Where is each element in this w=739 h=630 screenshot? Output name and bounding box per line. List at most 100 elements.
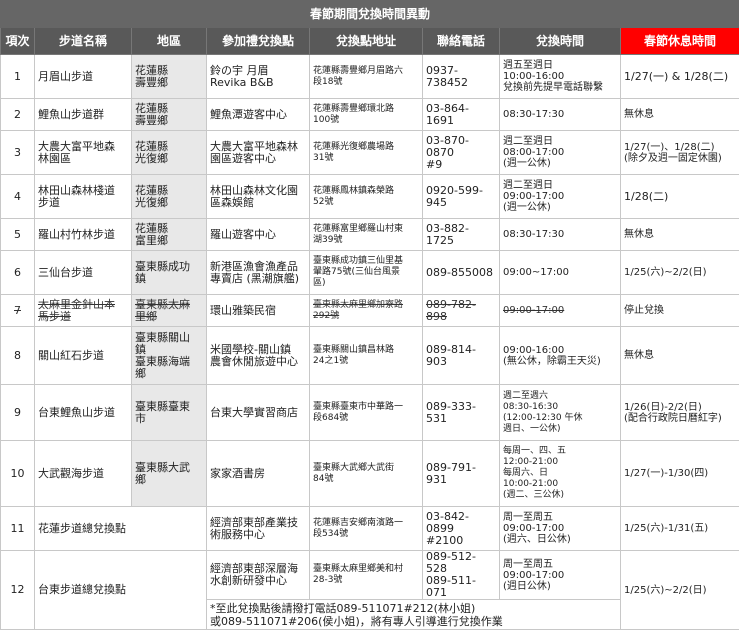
row-no: 11 (1, 507, 35, 551)
col-header-holiday: 春節休息時間 (621, 28, 739, 55)
row-point: 經濟部東部產業技 術服務中心 (207, 507, 310, 551)
col-header-address: 兌換點地址 (310, 28, 423, 55)
row-no: 3 (1, 131, 35, 175)
row-phone: 089-782-898 (423, 295, 500, 327)
row-holiday: 1/27(一)-1/30(四) (621, 441, 739, 507)
row-time: 周一至周五 09:00-17:00 (週日公休) (500, 551, 621, 600)
row-time: 週二至週日 08:00-17:00 (週一公休) (500, 131, 621, 175)
row-address: 臺東縣大武鄉大武街 84號 (310, 441, 423, 507)
row-address: 臺東縣臺東市中華路一 段684號 (310, 385, 423, 441)
row-point: 鯉魚潭遊客中心 (207, 99, 310, 131)
page-title: 春節期間兌換時間異動 (1, 1, 739, 28)
row-time: 08:30-17:30 (500, 99, 621, 131)
row-no: 1 (1, 55, 35, 99)
row-point: 米國學校-關山鎮 農會休閒旅遊中心 (207, 327, 310, 385)
row-phone: 0937-738452 (423, 55, 500, 99)
col-header-area: 地區 (132, 28, 207, 55)
row-no: 6 (1, 251, 35, 295)
row-no: 7 (1, 295, 35, 327)
table-row: 11 花蓮步道總兌換點 經濟部東部產業技 術服務中心 花蓮縣吉安鄉南濱路一 段5… (1, 507, 739, 551)
row-address: 臺東縣關山鎮昌林路 24之1號 (310, 327, 423, 385)
row-holiday: 1/26(日)-2/2(日) (配合行政院日曆紅字) (621, 385, 739, 441)
row-point: 環山雅築民宿 (207, 295, 310, 327)
row-trail: 大武觀海步道 (35, 441, 132, 507)
row-time: 周一至周五 09:00-17:00 (週六、日公休) (500, 507, 621, 551)
row-time: 週二至週日 09:00-17:00 (週一公休) (500, 175, 621, 219)
row-address: 花蓮縣壽豐鄉環北路 100號 (310, 99, 423, 131)
row-trail: 月眉山步道 (35, 55, 132, 99)
row-area: 臺東縣臺東 市 (132, 385, 207, 441)
row-trail: 大農大富平地森 林園區 (35, 131, 132, 175)
row-area: 臺東縣關山 鎮 臺東縣海端 鄉 (132, 327, 207, 385)
row-time: 週五至週日 10:00-16:00 兌換前先提早電話聯繫 (500, 55, 621, 99)
row-address: 臺東縣太麻里鄉美和村 28-3號 (310, 551, 423, 600)
row-holiday: 1/28(二) (621, 175, 739, 219)
row-area: 花蓮縣 光復鄉 (132, 175, 207, 219)
row-phone: 03-882-1725 (423, 219, 500, 251)
col-header-no: 項次 (1, 28, 35, 55)
row-trail: 林田山森林棧道 步道 (35, 175, 132, 219)
col-header-time: 兌換時間 (500, 28, 621, 55)
row-holiday: 1/25(六)-1/31(五) (621, 507, 739, 551)
row-no: 10 (1, 441, 35, 507)
row-area: 臺東縣成功 鎮 (132, 251, 207, 295)
row-area: 花蓮縣 壽豐鄉 (132, 55, 207, 99)
table-row: 2 鯉魚山步道群 花蓮縣 壽豐鄉 鯉魚潭遊客中心 花蓮縣壽豐鄉環北路 100號 … (1, 99, 739, 131)
row-phone: 03-864-1691 (423, 99, 500, 131)
table-row: 9 台東鯉魚山步道 臺東縣臺東 市 台東大學實習商店 臺東縣臺東市中華路一 段6… (1, 385, 739, 441)
col-header-phone: 聯絡電話 (423, 28, 500, 55)
row-area: 臺東縣太麻 里鄉 (132, 295, 207, 327)
row-point: 鈴の宇 月眉 Revika B&B (207, 55, 310, 99)
row-time: 週二至週六 08:30-16:30 (12:00-12:30 午休 週日、一公休… (500, 385, 621, 441)
row-address: 臺東縣太麻里鄉加寮路 292號 (310, 295, 423, 327)
row-trail: 鯉魚山步道群 (35, 99, 132, 131)
row-holiday: 無休息 (621, 327, 739, 385)
row-holiday: 1/27(一)、1/28(二) (除夕及週一固定休園) (621, 131, 739, 175)
table-row: 10 大武觀海步道 臺東縣大武 鄉 家家酒書房 臺東縣大武鄉大武街 84號 08… (1, 441, 739, 507)
row-time: 09:00~17:00 (500, 251, 621, 295)
col-header-point: 參加禮兌換點 (207, 28, 310, 55)
row-point: 羅山遊客中心 (207, 219, 310, 251)
row-no: 9 (1, 385, 35, 441)
row-point: 林田山森林文化園 區森娛館 (207, 175, 310, 219)
row-point: 經濟部東部深層海 水創新研發中心 (207, 551, 310, 600)
row-phone: 089-855008 (423, 251, 500, 295)
exchange-note: *至此兌換點後請撥打電話089-511071#212(林小姐) 或089-511… (207, 600, 621, 630)
row-address: 臺東縣成功鎮三仙里基 翬路75號(三仙台風景 區) (310, 251, 423, 295)
row-holiday: 無休息 (621, 219, 739, 251)
row-holiday: 1/25(六)~2/2(日) (621, 551, 739, 630)
row-no: 5 (1, 219, 35, 251)
table-row: 7 太麻里金針山本 馬步道 臺東縣太麻 里鄉 環山雅築民宿 臺東縣太麻里鄉加寮路… (1, 295, 739, 327)
row-area: 花蓮縣 壽豐鄉 (132, 99, 207, 131)
row-phone: 03-870-0870 #9 (423, 131, 500, 175)
row-area: 花蓮縣 富里鄉 (132, 219, 207, 251)
row-no: 2 (1, 99, 35, 131)
row-address: 花蓮縣鳳林鎮森榮路 52號 (310, 175, 423, 219)
row-time: 09:00-16:00 (無公休，除霸王天災) (500, 327, 621, 385)
row-trail: 關山紅石步道 (35, 327, 132, 385)
row-no: 8 (1, 327, 35, 385)
row-trail: 台東步道總兌換點 (35, 551, 207, 630)
table-row: 3 大農大富平地森 林園區 花蓮縣 光復鄉 大農大富平地森林 園區遊客中心 花蓮… (1, 131, 739, 175)
row-point: 新港區漁會漁產品 專賣店 (黑潮旗艦) (207, 251, 310, 295)
row-phone: 089-814-903 (423, 327, 500, 385)
row-trail: 太麻里金針山本 馬步道 (35, 295, 132, 327)
row-time: 08:30-17:30 (500, 219, 621, 251)
exchange-schedule-table: 春節期間兌換時間異動 項次 步道名稱 地區 參加禮兌換點 兌換點地址 聯絡電話 … (0, 0, 739, 630)
row-address: 花蓮縣吉安鄉南濱路一 段534號 (310, 507, 423, 551)
row-time: 09:00-17:00 (500, 295, 621, 327)
row-address: 花蓮縣壽豐鄉月眉路六 段18號 (310, 55, 423, 99)
row-phone: 089-333-531 (423, 385, 500, 441)
row-holiday: 1/25(六)~2/2(日) (621, 251, 739, 295)
row-trail: 羅山村竹林步道 (35, 219, 132, 251)
row-point: 台東大學實習商店 (207, 385, 310, 441)
row-phone: 03-842-0899 #2100 (423, 507, 500, 551)
row-point: 大農大富平地森林 園區遊客中心 (207, 131, 310, 175)
row-address: 花蓮縣富里鄉羅山村東 湖39號 (310, 219, 423, 251)
row-trail: 三仙台步道 (35, 251, 132, 295)
row-address: 花蓮縣光復鄉農場路 31號 (310, 131, 423, 175)
table-row: 6 三仙台步道 臺東縣成功 鎮 新港區漁會漁產品 專賣店 (黑潮旗艦) 臺東縣成… (1, 251, 739, 295)
table-row: 8 關山紅石步道 臺東縣關山 鎮 臺東縣海端 鄉 米國學校-關山鎮 農會休閒旅遊… (1, 327, 739, 385)
row-area: 臺東縣大武 鄉 (132, 441, 207, 507)
col-header-trail: 步道名稱 (35, 28, 132, 55)
